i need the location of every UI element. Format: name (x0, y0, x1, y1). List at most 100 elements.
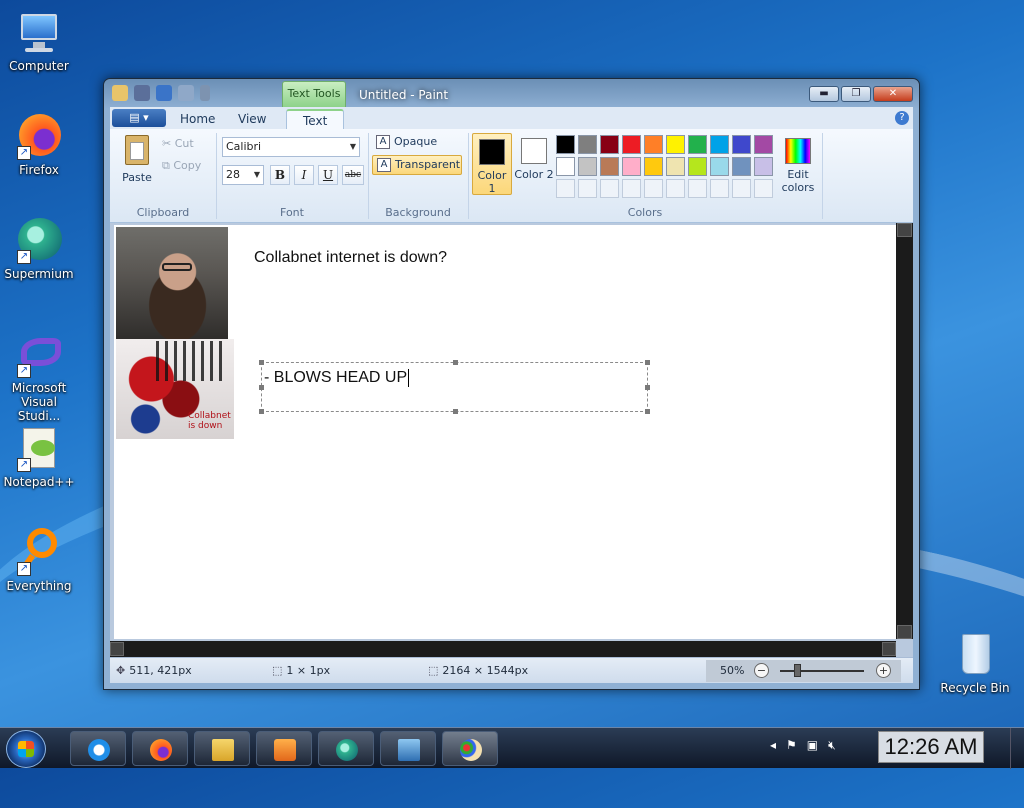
drawing-canvas[interactable]: Collabnet is down Collabnet internet is … (114, 225, 896, 639)
resize-handle[interactable] (453, 360, 458, 365)
palette-empty-swatch[interactable] (556, 179, 575, 198)
title-bar[interactable]: Text Tools Untitled - Paint ▬ ❐ ✕ (104, 79, 919, 107)
resize-handle[interactable] (259, 360, 264, 365)
copy-button[interactable]: ⧉ Copy (162, 159, 201, 173)
palette-swatch[interactable] (644, 135, 663, 154)
customize-toolbar-icon[interactable] (200, 85, 210, 101)
palette-swatch[interactable] (688, 135, 707, 154)
volume-muted-icon[interactable]: 🔇︎ (828, 738, 836, 753)
taskbar-clock[interactable]: 12:26 AM (878, 731, 984, 763)
palette-empty-swatch[interactable] (578, 179, 597, 198)
palette-empty-swatch[interactable] (622, 179, 641, 198)
resize-handle[interactable] (453, 409, 458, 414)
edit-colors-button[interactable]: Edit colors (776, 133, 820, 195)
tab-view[interactable]: View (238, 109, 266, 129)
scroll-down-button[interactable] (897, 625, 912, 639)
scroll-right-button[interactable] (882, 642, 896, 656)
cut-button[interactable]: ✂ Cut (162, 137, 194, 150)
tab-text[interactable]: Text (286, 109, 345, 129)
palette-swatch[interactable] (688, 157, 707, 176)
palette-swatch[interactable] (732, 135, 751, 154)
palette-swatch[interactable] (600, 135, 619, 154)
help-icon[interactable]: ? (895, 111, 909, 125)
tab-home[interactable]: Home (180, 109, 215, 129)
text-edit-content[interactable]: - BLOWS HEAD UP (264, 369, 410, 387)
desktop-icon-visual-studio[interactable]: ↗ Microsoft Visual Studi... (1, 330, 77, 423)
strikethrough-button[interactable]: abc (342, 165, 364, 185)
scroll-left-button[interactable] (110, 642, 124, 656)
palette-swatch[interactable] (556, 157, 575, 176)
zoom-slider-thumb[interactable] (794, 664, 801, 677)
desktop-icon-notepadpp[interactable]: ↗ Notepad++ (1, 424, 77, 489)
network-icon[interactable]: ▣ (807, 738, 818, 753)
color1-button[interactable]: Color 1 (472, 133, 512, 195)
paste-button[interactable]: Paste (120, 135, 154, 187)
palette-swatch[interactable] (666, 135, 685, 154)
italic-button[interactable]: I (294, 165, 314, 185)
scroll-up-button[interactable] (897, 223, 912, 237)
resize-handle[interactable] (645, 385, 650, 390)
undo-icon[interactable] (156, 85, 172, 101)
redo-icon[interactable] (178, 85, 194, 101)
minimize-button[interactable]: ▬ (809, 86, 839, 102)
taskbar-media-player[interactable] (256, 731, 312, 766)
zoom-slider-track[interactable] (780, 670, 864, 672)
transparent-button[interactable]: A Transparent (372, 155, 462, 175)
palette-swatch[interactable] (754, 157, 773, 176)
show-hidden-icons-icon[interactable]: ◂ (770, 738, 776, 753)
horizontal-scrollbar[interactable] (110, 641, 896, 657)
taskbar-photo-viewer[interactable] (380, 731, 436, 766)
palette-swatch[interactable] (710, 135, 729, 154)
palette-swatch[interactable] (754, 135, 773, 154)
palette-swatch[interactable] (578, 157, 597, 176)
palette-swatch[interactable] (622, 135, 641, 154)
font-size-select[interactable]: 28 ▼ (222, 165, 264, 185)
palette-swatch[interactable] (666, 157, 685, 176)
action-center-flag-icon[interactable]: ⚑ (786, 738, 797, 753)
desktop-icon-everything[interactable]: ↗ Everything (1, 528, 77, 593)
resize-handle[interactable] (645, 360, 650, 365)
palette-swatch[interactable] (732, 157, 751, 176)
bold-button[interactable]: B (270, 165, 290, 185)
palette-empty-swatch[interactable] (710, 179, 729, 198)
desktop-icon-supermium[interactable]: ↗ Supermium (1, 216, 77, 281)
desktop-icon-recycle-bin[interactable]: Recycle Bin (937, 630, 1013, 695)
desktop-icon-firefox[interactable]: ↗ Firefox (1, 112, 77, 177)
palette-swatch[interactable] (622, 157, 641, 176)
palette-swatch[interactable] (644, 157, 663, 176)
start-button[interactable] (6, 730, 46, 768)
palette-empty-swatch[interactable] (600, 179, 619, 198)
paint-menu-button[interactable]: ▤ ▾ (112, 109, 166, 127)
palette-swatch[interactable] (600, 157, 619, 176)
show-desktop-button[interactable] (1010, 728, 1024, 769)
palette-empty-swatch[interactable] (688, 179, 707, 198)
resize-handle[interactable] (645, 409, 650, 414)
palette-empty-swatch[interactable] (732, 179, 751, 198)
save-icon[interactable] (134, 85, 150, 101)
vertical-scrollbar[interactable] (896, 223, 913, 639)
font-family-select[interactable]: Calibri ▼ (222, 137, 360, 157)
taskbar-explorer[interactable] (194, 731, 250, 766)
paint-window[interactable]: Text Tools Untitled - Paint ▬ ❐ ✕ ▤ ▾ Ho… (103, 78, 920, 690)
text-edit-box[interactable]: - BLOWS HEAD UP (259, 360, 650, 414)
palette-empty-swatch[interactable] (754, 179, 773, 198)
underline-button[interactable]: U (318, 165, 338, 185)
resize-handle[interactable] (259, 409, 264, 414)
opaque-button[interactable]: A Opaque (372, 133, 462, 153)
taskbar-paint[interactable] (442, 731, 498, 766)
desktop-icon-computer[interactable]: Computer (1, 8, 77, 73)
palette-swatch[interactable] (556, 135, 575, 154)
taskbar-firefox[interactable] (132, 731, 188, 766)
maximize-button[interactable]: ❐ (841, 86, 871, 102)
palette-swatch[interactable] (710, 157, 729, 176)
zoom-out-button[interactable]: − (754, 663, 769, 678)
palette-empty-swatch[interactable] (644, 179, 663, 198)
canvas-area[interactable]: Collabnet is down Collabnet internet is … (110, 223, 913, 657)
palette-swatch[interactable] (578, 135, 597, 154)
taskbar-supermium[interactable] (318, 731, 374, 766)
palette-empty-swatch[interactable] (666, 179, 685, 198)
close-button[interactable]: ✕ (873, 86, 913, 102)
color2-button[interactable]: Color 2 (514, 133, 554, 195)
zoom-in-button[interactable]: + (876, 663, 891, 678)
taskbar-ie[interactable] (70, 731, 126, 766)
